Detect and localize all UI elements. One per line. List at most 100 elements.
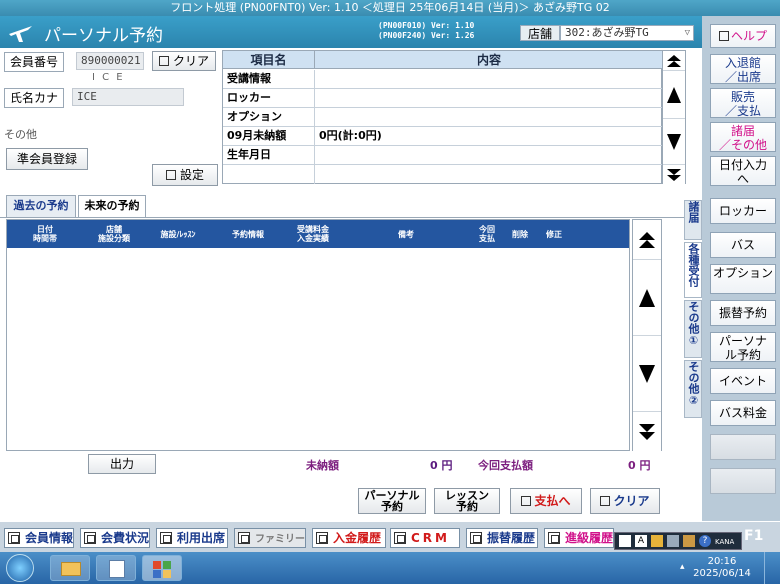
vtab-other-2-label: その他②	[687, 361, 700, 407]
help-icon[interactable]: ?	[699, 535, 711, 547]
misc-button[interactable]: 諸届 ／その他	[710, 122, 776, 152]
ime-pad-icon[interactable]	[667, 535, 679, 547]
scroll-up-icon[interactable]	[633, 260, 661, 336]
associate-register-button[interactable]: 準会員登録	[6, 148, 88, 170]
lesson-reservation-button[interactable]: レッスン 予約	[434, 488, 500, 514]
scroll-bottom-icon[interactable]	[633, 412, 661, 451]
locker-button[interactable]: ロッカー	[710, 198, 776, 224]
this-payment-label: 今回支払額	[478, 459, 533, 472]
store-value: 302:あざみ野TG	[565, 26, 649, 39]
clear-member-button[interactable]: クリア	[152, 51, 216, 71]
nav-usage-attendance[interactable]: 利用出席	[156, 528, 228, 548]
store-select[interactable]: 302:あざみ野TG ▽	[560, 25, 694, 41]
action-buttons: パーソナル 予約 レッスン 予約 支払へ クリア	[0, 482, 702, 518]
output-button[interactable]: 出力	[88, 454, 156, 474]
front-app-icon[interactable]	[142, 555, 182, 581]
nav-fee-status[interactable]: 会費状況	[80, 528, 150, 548]
sales-button[interactable]: 販売 ／支払	[710, 88, 776, 118]
nav-payment-history-label: 入金履歴	[333, 531, 382, 545]
help-button[interactable]: ヘルプ	[710, 24, 776, 48]
col-edit: 修正	[546, 229, 562, 239]
personal-reservation-side-button[interactable]: パーソナ ル予約	[710, 332, 776, 362]
bus-button[interactable]: バス	[710, 232, 776, 258]
scroll-bottom-icon[interactable]	[663, 165, 685, 184]
vtab-other-2[interactable]: その他②	[684, 360, 702, 418]
vtab-notifications[interactable]: 諸届	[684, 200, 702, 240]
clear-member-label: クリア	[172, 54, 209, 68]
nav-crm[interactable]: CRM	[390, 528, 460, 548]
vtab-various-reception-label: 各種受付	[687, 243, 700, 287]
date-input-button[interactable]: 日付入力 へ	[710, 156, 776, 186]
ime-a-icon[interactable]: A	[635, 535, 647, 547]
info-scrollbar	[662, 50, 686, 184]
pay-button[interactable]: 支払へ	[510, 488, 582, 514]
scroll-top-icon[interactable]	[633, 220, 661, 260]
col-fee-payment: 受講料金 入金実績	[297, 225, 329, 243]
clock-date: 2025/06/14	[693, 568, 751, 579]
app-header: パーソナル予約 (PN00F010) Ver: 1.10 (PN00F240) …	[0, 16, 702, 48]
help-icon	[718, 31, 729, 41]
info-row[interactable]: オプション	[223, 108, 663, 127]
clear-label: クリア	[613, 493, 650, 508]
window-icon	[548, 532, 560, 544]
col-store-facility: 店舗 施設分類	[98, 225, 130, 243]
personal-reservation-button[interactable]: パーソナル 予約	[358, 488, 426, 514]
empty-button	[710, 434, 776, 460]
ime-tool-icon[interactable]	[683, 535, 695, 547]
nav-transfer-history-label: 振替履歴	[487, 531, 536, 545]
pay-icon	[521, 496, 532, 506]
event-button[interactable]: イベント	[710, 368, 776, 394]
tab-past-reservations[interactable]: 過去の予約	[6, 195, 76, 217]
checkin-button[interactable]: 入退館 ／出席	[710, 54, 776, 84]
info-row[interactable]: ロッカー	[223, 89, 663, 108]
option-button[interactable]: オプション	[710, 264, 776, 294]
nav-member-info[interactable]: 会員情報	[4, 528, 74, 548]
program-version-2: (PN00F240) Ver: 1.26	[378, 31, 475, 40]
vtab-other-1[interactable]: その他①	[684, 300, 702, 358]
nav-transfer-history[interactable]: 振替履歴	[466, 528, 538, 548]
transfer-reservation-button[interactable]: 振替予約	[710, 300, 776, 326]
os-taskbar: ▴ 20:16 2025/06/14	[0, 552, 780, 584]
info-row[interactable]: 09月未納額 0円(計:0円)	[223, 127, 663, 146]
right-panel: ヘルプ 入退館 ／出席 販売 ／支払 諸届 ／その他 日付入力 へ ロッカー バ…	[702, 16, 780, 521]
show-desktop-button[interactable]	[764, 552, 780, 584]
vtab-notifications-label: 諸届	[687, 201, 700, 223]
tray-expand-icon[interactable]: ▴	[680, 562, 685, 572]
scroll-down-icon[interactable]	[633, 336, 661, 412]
kana-field[interactable]: ICE	[72, 88, 184, 106]
info-row[interactable]: 受講情報	[223, 70, 663, 89]
f1-key-label[interactable]: F1	[744, 528, 763, 544]
settings-button[interactable]: 設定	[152, 164, 218, 186]
ime-dict-icon[interactable]	[651, 535, 663, 547]
page-title: パーソナル予約	[44, 26, 163, 46]
nav-promotion-history-label: 進級履歴	[565, 531, 614, 545]
nav-promotion-history[interactable]: 進級履歴	[544, 528, 614, 548]
scroll-down-icon[interactable]	[663, 119, 685, 165]
bottom-nav-bar: 会員情報 会費状況 利用出席 ファミリー 入金履歴 CRM 振替履歴 進級履歴 …	[0, 522, 780, 552]
tab-future-reservations[interactable]: 未来の予約	[78, 195, 146, 217]
info-row[interactable]: 生年月日	[223, 146, 663, 165]
system-clock[interactable]: 20:16 2025/06/14	[692, 556, 752, 580]
info-row-key: 09月未納額	[223, 127, 315, 146]
vtab-various-reception[interactable]: 各種受付	[684, 242, 702, 298]
scroll-top-icon[interactable]	[663, 51, 685, 71]
start-button-icon[interactable]	[6, 554, 34, 582]
reservation-list-header: 日付 時間帯 店舗 施設分類 施設/ﾚｯｽﾝ 予約情報 受講料金 入金実績 備考…	[7, 220, 629, 248]
col-delete: 削除	[512, 229, 528, 239]
window-icon	[8, 532, 20, 544]
scroll-up-icon[interactable]	[663, 71, 685, 119]
document-app-icon[interactable]	[96, 555, 136, 581]
pay-label: 支払へ	[534, 493, 571, 508]
window-icon	[470, 532, 482, 544]
bus-fee-button[interactable]: バス料金	[710, 400, 776, 426]
program-version: (PN00F010) Ver: 1.10 (PN00F240) Ver: 1.2…	[378, 21, 474, 41]
empty-button	[710, 468, 776, 494]
info-row-key	[223, 165, 315, 184]
clear-button[interactable]: クリア	[590, 488, 660, 514]
col-content-header: 内容	[315, 51, 663, 69]
nav-payment-history[interactable]: 入金履歴	[312, 528, 386, 548]
ime-icon	[619, 535, 631, 547]
nav-family[interactable]: ファミリー	[234, 528, 306, 548]
member-no-field[interactable]: 890000021	[76, 52, 144, 70]
explorer-icon[interactable]	[50, 555, 90, 581]
